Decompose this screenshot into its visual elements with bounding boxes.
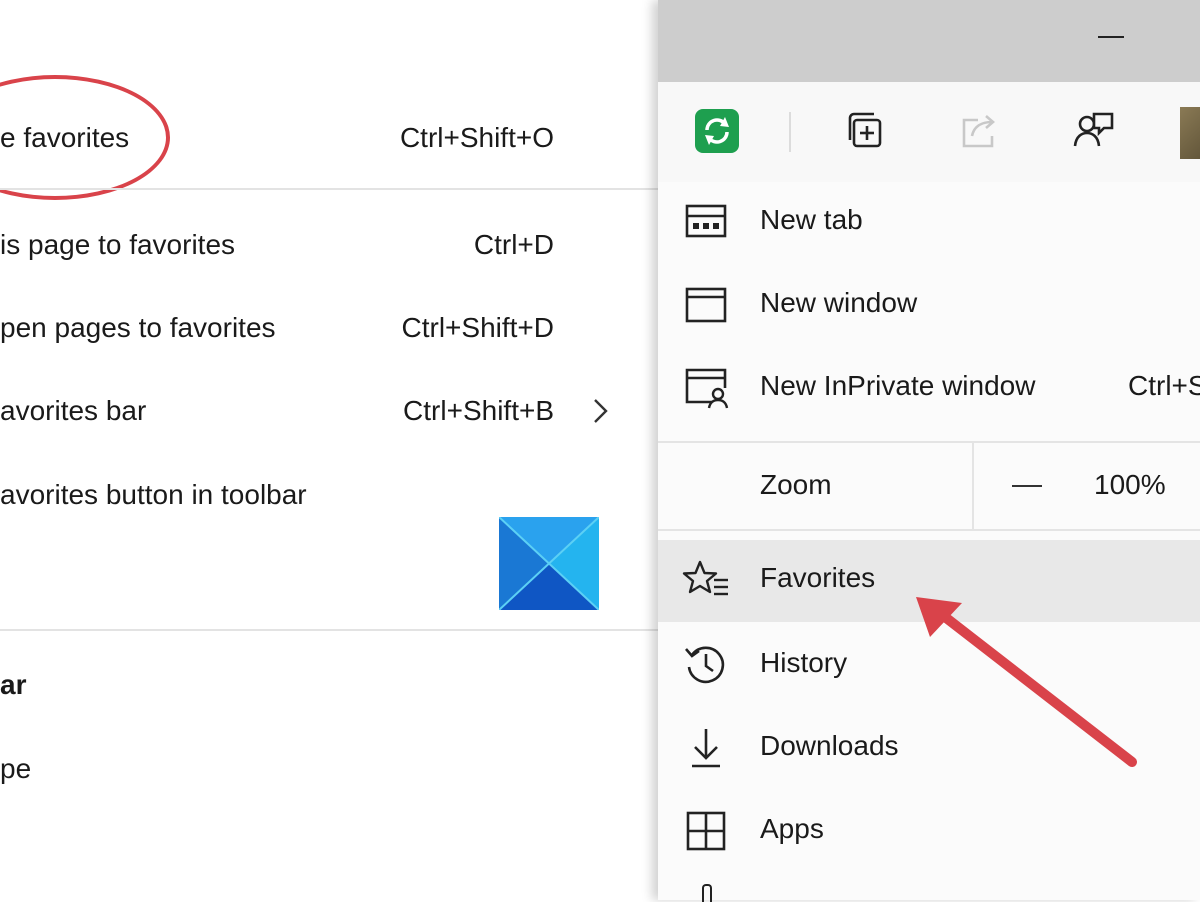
downloads-icon (692, 729, 720, 768)
extensions-icon (702, 884, 712, 902)
menu-item-new-inprivate-window[interactable]: New InPrivate window Ctrl+S (658, 348, 1200, 430)
menu-item-label: Apps (760, 813, 824, 844)
add-page-to-favorites-item[interactable]: is page to favorites Ctrl+D (0, 215, 620, 275)
add-open-pages-item[interactable]: pen pages to favorites Ctrl+Shift+D (0, 298, 620, 358)
zoom-separator (972, 443, 974, 529)
submenu-item-label: avorites bar (0, 395, 147, 426)
favorites-icon (682, 560, 728, 596)
divider (0, 629, 658, 631)
submenu-item-label: is page to favorites (0, 229, 236, 260)
refresh-extension-icon[interactable] (694, 108, 740, 154)
other-favorites-item[interactable]: pe (0, 739, 620, 799)
zoom-out-button[interactable] (1012, 485, 1042, 487)
menu-item-new-tab[interactable]: New tab (658, 182, 1200, 264)
manage-favorites-item[interactable]: e favorites Ctrl+Shift+O (0, 108, 620, 168)
menu-item-label: New window (760, 287, 918, 318)
chevron-right-icon (594, 399, 608, 423)
apps-icon (686, 811, 726, 851)
title-bar (658, 0, 1200, 82)
zoom-label: Zoom (760, 469, 832, 500)
menu-toolbar (658, 82, 1200, 182)
minimize-button[interactable] (1098, 36, 1124, 38)
zoom-control: Zoom 100% (658, 443, 1200, 529)
new-window-icon (685, 287, 727, 323)
submenu-item-label: ar (0, 669, 27, 700)
history-icon (685, 646, 725, 684)
show-favorites-button-item[interactable]: avorites button in toolbar (0, 465, 620, 525)
zoom-value: 100% (1094, 469, 1166, 500)
menu-item-label: Downloads (760, 730, 899, 761)
submenu-item-label: avorites button in toolbar (0, 479, 307, 510)
submenu-item-label: e favorites (0, 122, 130, 153)
collections-icon[interactable] (844, 108, 890, 154)
submenu-item-shortcut: Ctrl+Shift+B (403, 395, 554, 426)
share-icon[interactable] (956, 108, 1002, 154)
menu-item-shortcut: Ctrl+S (1128, 370, 1200, 401)
site-logo-icon (499, 517, 599, 610)
submenu-item-shortcut: Ctrl+Shift+O (399, 122, 554, 153)
menu-item-label: New InPrivate window (760, 370, 1036, 401)
menu-item-apps[interactable]: Apps (658, 791, 1200, 873)
submenu-item-shortcut: Ctrl+D (473, 229, 554, 260)
divider (0, 188, 658, 190)
inprivate-icon (685, 368, 729, 409)
menu-item-label: New tab (760, 204, 863, 235)
new-tab-icon (685, 204, 727, 238)
toolbar-separator (789, 112, 791, 152)
menu-item-new-window[interactable]: New window (658, 265, 1200, 347)
menu-item-label: History (760, 647, 848, 678)
submenu-item-shortcut: Ctrl+Shift+D (401, 312, 555, 343)
feedback-icon[interactable] (1070, 108, 1116, 154)
submenu-item-label: pen pages to favorites (0, 312, 276, 343)
submenu-item-label: pe (0, 753, 32, 784)
show-favorites-bar-item[interactable]: avorites bar Ctrl+Shift+B (0, 381, 620, 441)
favorites-submenu: e favorites Ctrl+Shift+O is page to favo… (0, 0, 658, 900)
menu-item-label: Favorites (760, 562, 876, 593)
avatar[interactable] (1180, 107, 1200, 159)
annotation-arrow (916, 597, 1137, 767)
favorites-bar-folder-item[interactable]: ar (0, 655, 620, 715)
divider (658, 529, 1200, 531)
